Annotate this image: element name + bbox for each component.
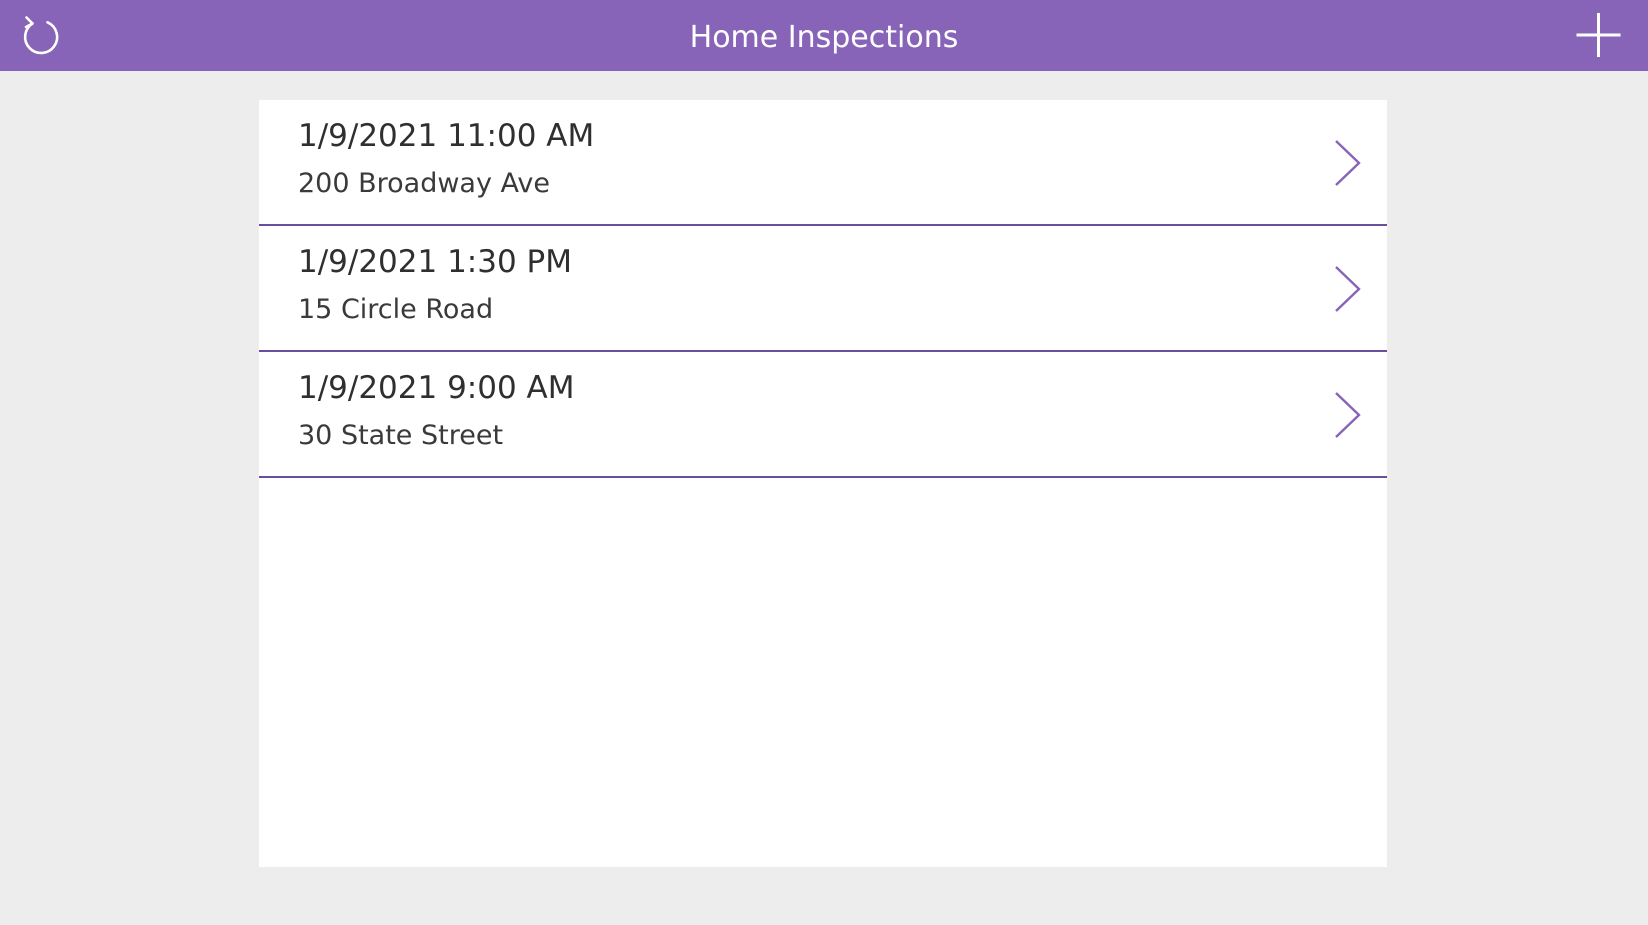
chevron-right-icon[interactable] (1331, 138, 1363, 188)
inspection-datetime: 1/9/2021 9:00 AM (298, 370, 575, 406)
list-item[interactable]: 1/9/2021 1:30 PM 15 Circle Road (259, 226, 1387, 352)
list-item[interactable]: 1/9/2021 9:00 AM 30 State Street (259, 352, 1387, 478)
page-title: Home Inspections (689, 20, 959, 55)
inspection-address: 30 State Street (298, 420, 504, 451)
list-item[interactable]: 1/9/2021 11:00 AM 200 Broadway Ave (259, 100, 1387, 226)
chevron-right-icon[interactable] (1331, 390, 1363, 440)
inspections-list: 1/9/2021 11:00 AM 200 Broadway Ave 1/9/2… (259, 100, 1387, 867)
inspection-address: 15 Circle Road (298, 294, 494, 325)
plus-icon (1576, 13, 1621, 57)
add-button[interactable] (1563, 0, 1634, 71)
inspection-address: 200 Broadway Ave (298, 168, 551, 199)
inspection-datetime: 1/9/2021 1:30 PM (298, 244, 572, 280)
chevron-right-icon[interactable] (1331, 264, 1363, 314)
app-header: Home Inspections (0, 0, 1648, 71)
inspection-datetime: 1/9/2021 11:00 AM (298, 118, 595, 154)
